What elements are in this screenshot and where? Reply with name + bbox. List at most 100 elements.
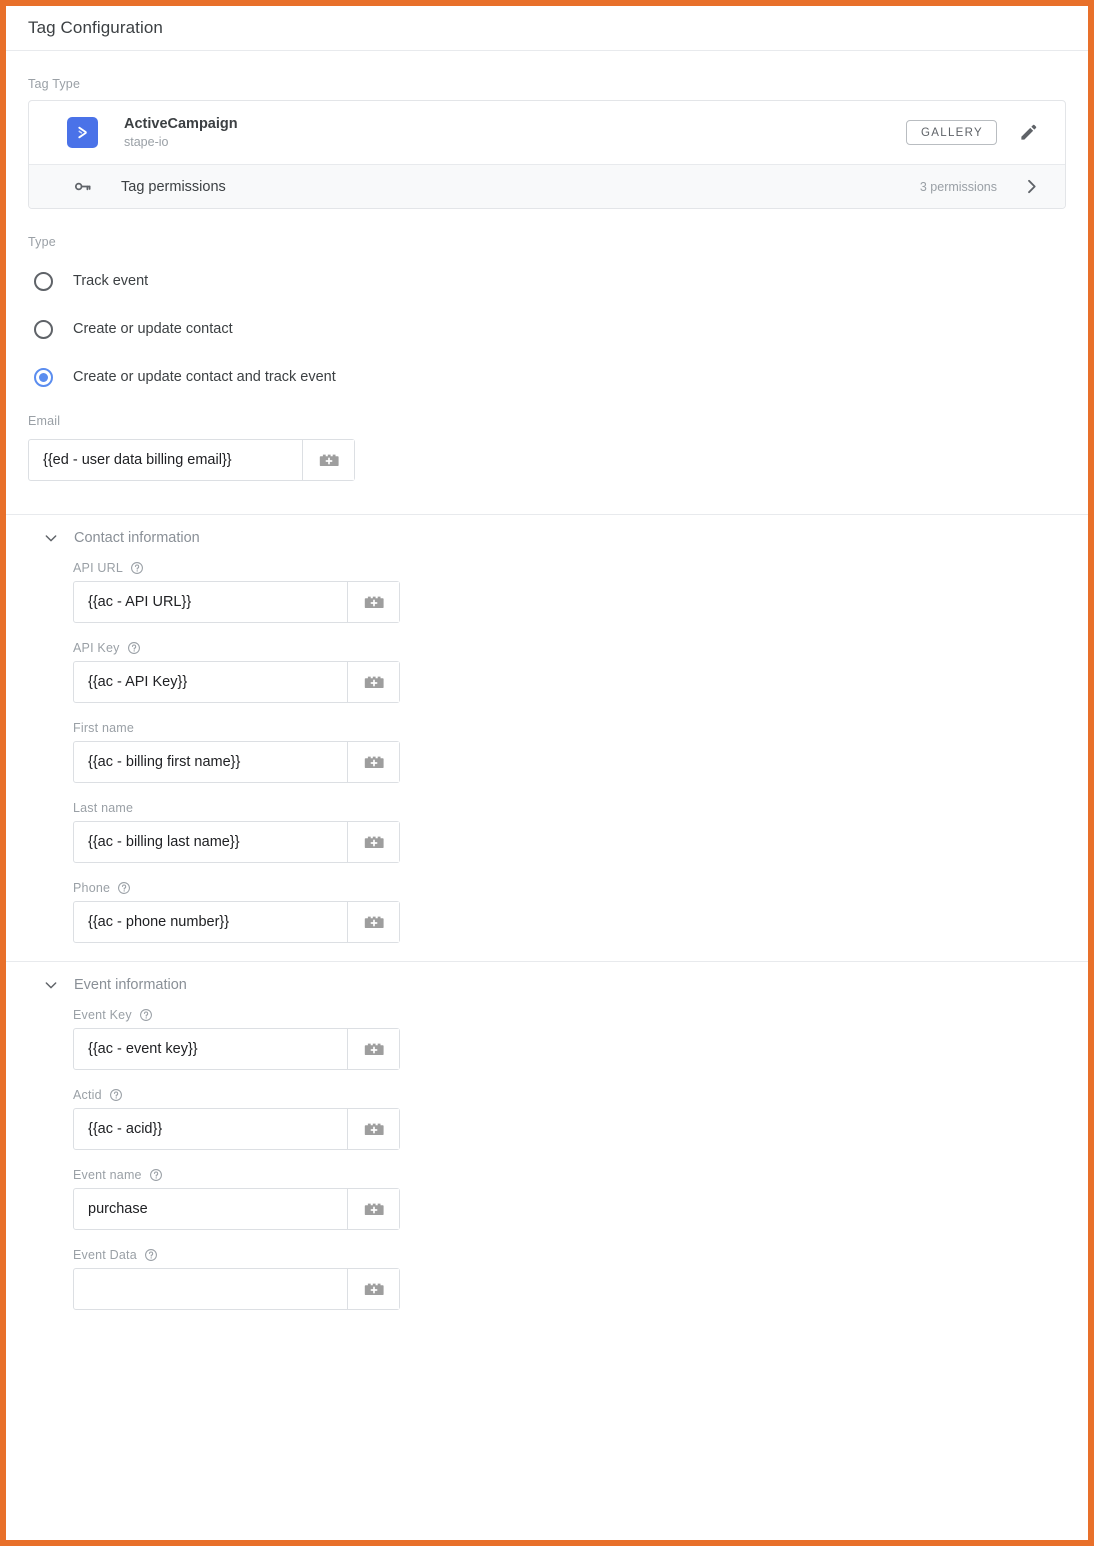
event-data-input[interactable] (74, 1269, 347, 1309)
field-api-key: API Key {{ac - API Key}} (73, 641, 1066, 703)
email-label: Email (28, 414, 61, 428)
radio-indicator-selected (34, 367, 53, 387)
variable-picker-icon[interactable] (347, 1109, 399, 1149)
type-radio-group: Track event Create or update contact Cre… (28, 257, 1066, 401)
variable-picker-icon[interactable] (302, 440, 354, 480)
help-icon[interactable] (149, 1168, 163, 1182)
label-text: Actid (73, 1088, 102, 1102)
radio-indicator (34, 319, 53, 339)
tag-configuration-panel: Tag Configuration Tag Type ActiveCampaig… (6, 6, 1088, 1540)
label-text: Event Key (73, 1008, 132, 1022)
help-icon[interactable] (109, 1088, 123, 1102)
field-actid: Actid {{ac - acid}} (73, 1088, 1066, 1150)
field-event-name: Event name purchase (73, 1168, 1066, 1230)
help-icon[interactable] (117, 881, 131, 895)
phone-input-wrapper: {{ac - phone number}} (73, 901, 400, 943)
event-key-input-wrapper: {{ac - event key}} (73, 1028, 400, 1070)
panel-body: Tag Type ActiveCampaign stape-io GALLERY… (6, 51, 1088, 1310)
label-text: API URL (73, 561, 124, 575)
actid-label: Actid (73, 1088, 1066, 1102)
tag-permissions-row[interactable]: Tag permissions 3 permissions (29, 164, 1065, 208)
radio-label: Create or update contact (73, 321, 233, 337)
variable-picker-icon[interactable] (347, 822, 399, 862)
api-url-input-wrapper: {{ac - API URL}} (73, 581, 400, 623)
radio-create-or-update-contact[interactable]: Create or update contact (28, 305, 1066, 353)
tag-permissions-label: Tag permissions (121, 178, 226, 195)
variable-picker-icon[interactable] (347, 1189, 399, 1229)
help-icon[interactable] (130, 561, 144, 575)
phone-input[interactable]: {{ac - phone number}} (74, 902, 347, 942)
contact-information-header[interactable]: Contact information (28, 515, 1066, 561)
radio-label: Create or update contact and track event (73, 369, 336, 385)
label-text: API Key (73, 641, 120, 655)
contact-information-section: Contact information API URL {{ac - API U… (28, 515, 1066, 943)
radio-track-event[interactable]: Track event (28, 257, 1066, 305)
tag-type-row[interactable]: ActiveCampaign stape-io GALLERY (29, 101, 1065, 164)
chevron-down-icon[interactable] (40, 530, 62, 546)
first-name-input[interactable]: {{ac - billing first name}} (74, 742, 347, 782)
variable-picker-icon[interactable] (347, 902, 399, 942)
help-icon[interactable] (139, 1008, 153, 1022)
contact-information-fields: API URL {{ac - API URL}} API Key {{ac - … (28, 561, 1066, 943)
variable-picker-icon[interactable] (347, 662, 399, 702)
chevron-down-icon[interactable] (40, 977, 62, 993)
event-key-label: Event Key (73, 1008, 1066, 1022)
field-event-key: Event Key {{ac - event key}} (73, 1008, 1066, 1070)
last-name-input-wrapper: {{ac - billing last name}} (73, 821, 400, 863)
variable-picker-icon[interactable] (347, 582, 399, 622)
help-icon[interactable] (127, 641, 141, 655)
radio-label: Track event (73, 273, 149, 289)
event-information-fields: Event Key {{ac - event key}} Actid {{ac … (28, 1008, 1066, 1310)
tag-type-label: Tag Type (28, 77, 81, 91)
api-key-input[interactable]: {{ac - API Key}} (74, 662, 347, 702)
tag-type-section: Tag Type ActiveCampaign stape-io GALLERY… (28, 51, 1066, 209)
event-name-input-wrapper: purchase (73, 1188, 400, 1230)
type-section: Type Track event Create or update contac… (28, 235, 1066, 401)
email-input[interactable]: {{ed - user data billing email}} (29, 440, 302, 480)
label-text: Phone (73, 881, 111, 895)
variable-picker-icon[interactable] (347, 1269, 399, 1309)
actid-input[interactable]: {{ac - acid}} (74, 1109, 347, 1149)
first-name-input-wrapper: {{ac - billing first name}} (73, 741, 400, 783)
panel-header: Tag Configuration (6, 6, 1088, 51)
event-key-input[interactable]: {{ac - event key}} (74, 1029, 347, 1069)
radio-create-or-update-contact-and-track-event[interactable]: Create or update contact and track event (28, 353, 1066, 401)
label-text: Event name (73, 1168, 142, 1182)
event-information-header[interactable]: Event information (28, 962, 1066, 1008)
api-key-label: API Key (73, 641, 1066, 655)
gallery-button[interactable]: GALLERY (906, 120, 997, 145)
field-last-name: Last name {{ac - billing last name}} (73, 801, 1066, 863)
radio-indicator (34, 271, 53, 291)
tag-permissions-count: 3 permissions (919, 179, 997, 194)
contact-information-title: Contact information (74, 530, 200, 546)
variable-picker-icon[interactable] (347, 1029, 399, 1069)
tag-type-vendor: stape-io (124, 134, 169, 149)
field-event-data: Event Data (73, 1248, 1066, 1310)
event-name-input[interactable]: purchase (74, 1189, 347, 1229)
actid-input-wrapper: {{ac - acid}} (73, 1108, 400, 1150)
api-url-label: API URL (73, 561, 1066, 575)
chevron-right-icon[interactable] (1019, 178, 1043, 195)
email-input-wrapper: {{ed - user data billing email}} (28, 439, 355, 481)
last-name-input[interactable]: {{ac - billing last name}} (74, 822, 347, 862)
tag-type-name: ActiveCampaign (124, 115, 238, 132)
field-first-name: First name {{ac - billing first name}} (73, 721, 1066, 783)
last-name-label: Last name (73, 801, 1066, 815)
label-text: First name (73, 721, 135, 735)
variable-picker-icon[interactable] (347, 742, 399, 782)
help-icon[interactable] (144, 1248, 158, 1262)
screenshot-frame: Tag Configuration Tag Type ActiveCampaig… (0, 0, 1094, 1546)
tag-type-text: ActiveCampaign stape-io (124, 115, 906, 151)
page-title: Tag Configuration (28, 18, 163, 37)
label-text: Last name (73, 801, 134, 815)
pencil-icon[interactable] (1015, 120, 1041, 146)
api-url-input[interactable]: {{ac - API URL}} (74, 582, 347, 622)
tag-type-card: ActiveCampaign stape-io GALLERY Tag perm… (28, 100, 1066, 209)
key-icon (68, 177, 96, 196)
phone-label: Phone (73, 881, 1066, 895)
event-name-label: Event name (73, 1168, 1066, 1182)
email-field-block: Email {{ed - user data billing email}} (28, 414, 1066, 481)
first-name-label: First name (73, 721, 1066, 735)
type-label: Type (28, 235, 56, 249)
event-data-input-wrapper (73, 1268, 400, 1310)
